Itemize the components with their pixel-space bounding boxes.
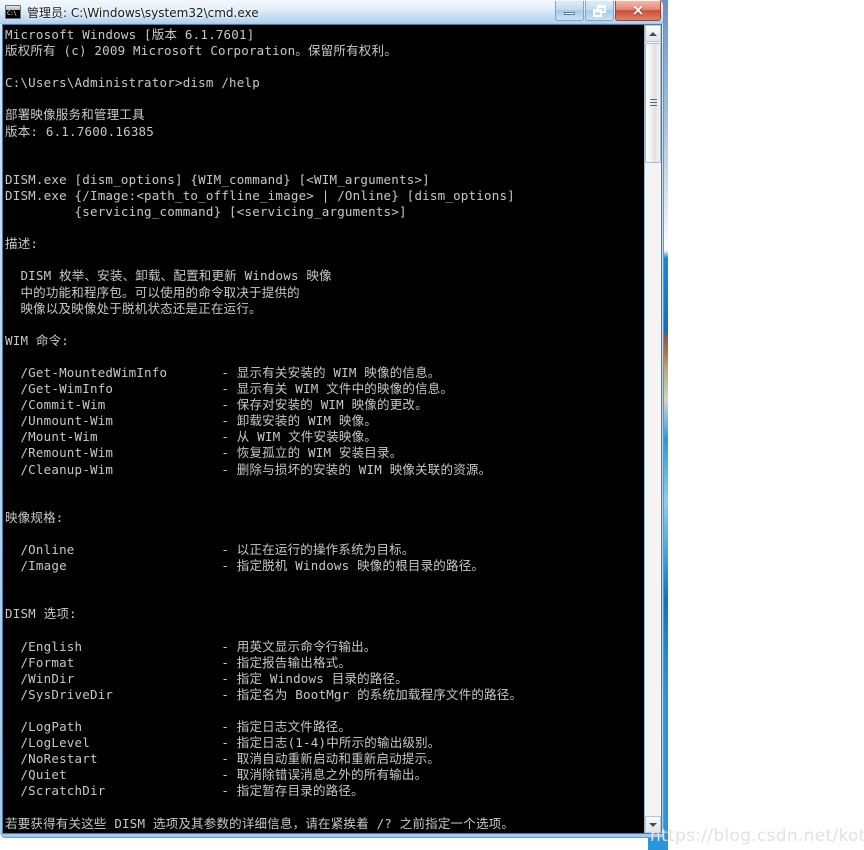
console-line: 版权所有 (c) 2009 Microsoft Corporation。保留所有…	[5, 43, 397, 59]
console-line: 中的功能和程序包。可以使用的命令取决于提供的	[5, 284, 300, 300]
console-line: DISM 枚举、安装、卸载、配置和更新 Windows 映像	[5, 268, 332, 284]
console-line: /Commit-Wim - 保存对安装的 WIM 映像的更改。	[5, 397, 428, 413]
console-line: DISM 选项:	[5, 606, 77, 622]
console-line: /Cleanup-Wim - 删除与损坏的安装的 WIM 映像关联的资源。	[5, 461, 492, 477]
console-line: /LogLevel - 指定日志(1-4)中所示的输出级别。	[5, 735, 441, 751]
console-line: C:\Users\Administrator>dism /help	[5, 75, 260, 91]
screen: C:\ 管理员: C:\Windows\system32\cmd.exe × M…	[0, 0, 864, 850]
minimize-button[interactable]	[555, 1, 584, 21]
console-line: /English - 用英文显示命令行输出。	[5, 638, 377, 654]
console-line: /Online - 以正在运行的操作系统为目标。	[5, 542, 415, 557]
console-line: Microsoft Windows [版本 6.1.7601]	[5, 27, 255, 42]
console-line: 版本: 6.1.7600.16385	[5, 123, 155, 139]
cmd-icon-glyph: C:\	[7, 10, 17, 17]
console-line: DISM.exe {/Image:<path_to_offline_image>…	[5, 187, 515, 203]
console-line: 部署映像服务和管理工具	[5, 107, 145, 123]
console-line: 映像规格:	[5, 509, 64, 525]
console-line: /SysDriveDir - 指定名为 BootMgr 的系统加载程序文件的路径…	[5, 686, 523, 702]
chevron-up-icon	[649, 31, 657, 36]
window-title: 管理员: C:\Windows\system32\cmd.exe	[27, 5, 259, 20]
cmd-console-icon: C:\	[5, 5, 21, 19]
console-line: 映像以及映像处于脱机状态还是正在运行。	[5, 300, 262, 316]
minimize-icon	[564, 12, 575, 15]
vertical-scrollbar[interactable]	[644, 25, 661, 833]
close-button[interactable]: ×	[615, 1, 661, 21]
console-line: /Mount-Wim - 从 WIM 文件安装映像。	[5, 429, 377, 445]
close-icon: ×	[631, 1, 645, 19]
console-output: Microsoft Windows [版本 6.1.7601] 版权所有 (c) …	[3, 25, 644, 833]
console-line: /LogPath - 指定日志文件路径。	[5, 719, 352, 735]
console-client-area[interactable]: Microsoft Windows [版本 6.1.7601] 版权所有 (c) …	[2, 24, 662, 834]
console-line: /Format - 指定报告输出格式。	[5, 654, 352, 670]
restore-button[interactable]	[585, 1, 614, 21]
console-line: 描述:	[5, 236, 39, 252]
scrollbar-thumb[interactable]	[645, 43, 661, 163]
command-prompt-window: C:\ 管理员: C:\Windows\system32\cmd.exe × M…	[0, 0, 664, 838]
console-line: /Get-MountedWimInfo - 显示有关安装的 WIM 映像的信息。	[5, 364, 441, 380]
console-line: {servicing_command} [<servicing_argument…	[5, 204, 407, 220]
console-line: /NoRestart - 取消自动重新启动和重新启动提示。	[5, 751, 440, 767]
console-line: /Remount-Wim - 恢复孤立的 WIM 安装目录。	[5, 445, 403, 461]
console-line: /Unmount-Wim - 卸载安装的 WIM 映像。	[5, 413, 377, 429]
desktop-background	[668, 0, 864, 850]
restore-icon	[593, 4, 606, 17]
watermark-text: https://blog.csdn.net/kotori_poi	[650, 826, 864, 846]
console-line: DISM.exe [dism_options] {WIM_command} [<…	[5, 171, 430, 187]
scrollbar-grip-icon	[650, 99, 657, 107]
console-line: 若要获得有关这些 DISM 选项及其参数的详细信息，请在紧挨着 /? 之前指定一…	[5, 815, 515, 831]
console-line: /ScratchDir - 指定暂存目录的路径。	[5, 783, 364, 799]
scroll-up-button[interactable]	[645, 25, 661, 42]
console-line: /Quiet - 取消除错误消息之外的所有输出。	[5, 767, 428, 783]
console-line: /WinDir - 指定 Windows 目录的路径。	[5, 670, 408, 686]
restore-icon-front	[593, 8, 602, 17]
caption-button-group: ×	[554, 1, 661, 22]
console-line: /Get-WimInfo - 显示有关 WIM 文件中的映像的信息。	[5, 381, 454, 397]
console-line: WIM 命令:	[5, 332, 70, 348]
console-line: /Image - 指定脱机 Windows 映像的根目录的路径。	[5, 558, 485, 574]
